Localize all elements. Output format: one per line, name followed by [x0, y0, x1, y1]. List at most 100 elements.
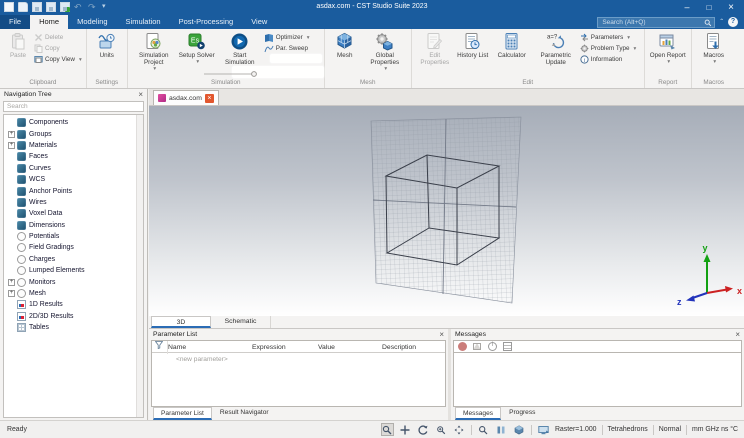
close-messages-icon[interactable]	[735, 330, 740, 340]
status-render-mode[interactable]: Normal	[659, 426, 681, 433]
messages-list[interactable]	[453, 352, 742, 407]
tree-item-label: Materials	[29, 141, 57, 149]
help-icon[interactable]: ?	[728, 17, 738, 27]
tree-item[interactable]: Anchor Points	[6, 185, 134, 196]
par-sweep-button[interactable]: Par. Sweep	[264, 44, 320, 53]
ribbon-tab[interactable]: Home	[30, 15, 69, 29]
tree-item[interactable]: Groups	[6, 128, 134, 139]
minimize-button[interactable]	[676, 0, 698, 14]
paste-button[interactable]: Paste	[3, 31, 33, 60]
units-icon	[98, 33, 115, 49]
maximize-button[interactable]	[698, 0, 720, 14]
close-navigation-tree-icon[interactable]	[138, 90, 143, 100]
parametric-update-button[interactable]: a=? Parametric Update	[533, 31, 579, 67]
expand-icon[interactable]	[8, 278, 15, 286]
history-list-button[interactable]: History List	[455, 31, 491, 60]
panel-tab[interactable]: Result Navigator	[213, 407, 276, 420]
navigation-tree: Components Groups Materials	[6, 117, 134, 417]
problem-type-button[interactable]: Problem Type	[580, 44, 640, 53]
tree-item[interactable]: Materials	[6, 140, 134, 151]
parameters-button[interactable]: Parameters	[580, 33, 640, 42]
information-button[interactable]: i Information	[580, 55, 640, 64]
viewport-tab[interactable]: Schematic	[211, 316, 271, 328]
new-parameter-row[interactable]: <new parameter>	[152, 353, 445, 363]
dynamic-zoom-icon[interactable]	[435, 423, 448, 436]
macros-button[interactable]: Macros	[695, 31, 733, 66]
log-view-icon[interactable]	[503, 342, 512, 351]
panel-tab[interactable]: Progress	[502, 407, 542, 420]
ribbon-tab[interactable]: Simulation	[117, 15, 170, 29]
global-properties-button[interactable]: Global Properties	[362, 31, 408, 73]
tree-item[interactable]: Wires	[6, 197, 134, 208]
viewport-tab[interactable]: 3D	[151, 316, 211, 328]
tree-search-input[interactable]	[4, 102, 143, 111]
status-mesh-type[interactable]: Tetrahedrons	[608, 426, 648, 433]
calculator-button[interactable]: Calculator	[491, 31, 533, 60]
collapse-ribbon-icon[interactable]: ˆ	[720, 18, 723, 27]
panel-tab[interactable]: Messages	[455, 407, 502, 420]
tree-item[interactable]: Field Gradings	[6, 242, 134, 253]
title-bar: asdax.com - CST Studio Suite 2023	[0, 0, 744, 15]
ribbon-tab[interactable]: Modeling	[68, 15, 116, 29]
panel-tab[interactable]: Parameter List	[153, 407, 212, 420]
column-header[interactable]: Name	[168, 342, 252, 354]
close-document-icon[interactable]	[204, 93, 214, 103]
close-button[interactable]	[720, 0, 742, 14]
column-header[interactable]: Description	[382, 342, 445, 354]
edit-properties-button[interactable]: Edit Properties	[415, 31, 455, 67]
tree-item[interactable]: Lumped Elements	[6, 265, 134, 276]
bounding-box-icon[interactable]	[513, 423, 526, 436]
info-filter-icon[interactable]	[488, 342, 497, 351]
pan-tool-icon[interactable]	[399, 423, 412, 436]
setup-solver-button[interactable]: Es Setup Solver	[177, 31, 217, 66]
warning-filter-icon[interactable]	[473, 342, 482, 351]
optimizer-button[interactable]: Optimizer	[264, 33, 320, 42]
viewport-3d[interactable]: y x z	[149, 106, 744, 316]
search-input[interactable]	[598, 17, 715, 27]
copy-view-button[interactable]: Copy View	[34, 55, 82, 64]
units-button[interactable]: Units	[90, 31, 124, 60]
group-label-macros: Macros	[703, 79, 725, 86]
tree-item[interactable]: WCS	[6, 174, 134, 185]
tree-item[interactable]: Potentials	[6, 231, 134, 242]
clipping-planes-icon[interactable]	[495, 423, 508, 436]
simulation-project-button[interactable]: Simulation Project	[131, 31, 177, 73]
open-report-button[interactable]: Open Report	[648, 31, 688, 66]
tree-item[interactable]: 1D Results	[6, 299, 134, 310]
document-tab[interactable]: asdax.com	[153, 90, 219, 105]
select-tool-icon[interactable]	[380, 423, 394, 436]
delete-button[interactable]: Delete	[34, 33, 82, 42]
tree-item[interactable]: Charges	[6, 254, 134, 265]
tree-item[interactable]: Voxel Data	[6, 208, 134, 219]
status-raster: Raster=1.000	[554, 426, 597, 433]
start-simulation-button[interactable]: Start Simulation	[217, 31, 263, 67]
rotate-view-icon[interactable]	[453, 423, 466, 436]
tree-item[interactable]: Curves	[6, 163, 134, 174]
screen-capture-icon[interactable]	[537, 423, 550, 436]
column-header[interactable]: Expression	[252, 342, 318, 354]
rotate-tool-icon[interactable]	[417, 423, 430, 436]
open-report-icon	[659, 34, 676, 50]
error-filter-icon[interactable]	[458, 342, 467, 351]
status-units[interactable]: mm GHz ns °C	[692, 426, 738, 433]
expand-icon[interactable]	[8, 141, 15, 149]
tree-item[interactable]: Faces	[6, 151, 134, 162]
parameter-table-header: Name Expression Value Description	[152, 341, 445, 354]
tree-item[interactable]: Monitors	[6, 276, 134, 287]
ribbon-tab[interactable]: File	[0, 15, 31, 29]
ribbon-tab[interactable]: Post-Processing	[170, 15, 243, 29]
ribbon-tab[interactable]: View	[242, 15, 276, 29]
close-parameter-list-icon[interactable]	[439, 330, 444, 340]
mesh-button[interactable]: Mesh	[328, 31, 362, 60]
expand-icon[interactable]	[8, 290, 15, 298]
column-header[interactable]: Value	[318, 342, 382, 354]
expand-icon[interactable]	[8, 130, 15, 138]
tree-item[interactable]: Tables	[6, 322, 134, 333]
copy-button[interactable]: Copy	[34, 44, 82, 53]
tree-item[interactable]: Dimensions	[6, 220, 134, 231]
tree-item[interactable]: 2D/3D Results	[6, 311, 134, 322]
zoom-selection-icon[interactable]	[477, 423, 490, 436]
tree-item[interactable]: Mesh	[6, 288, 134, 299]
tree-item[interactable]: Components	[6, 117, 134, 128]
tree-scrollbar[interactable]	[136, 115, 143, 417]
